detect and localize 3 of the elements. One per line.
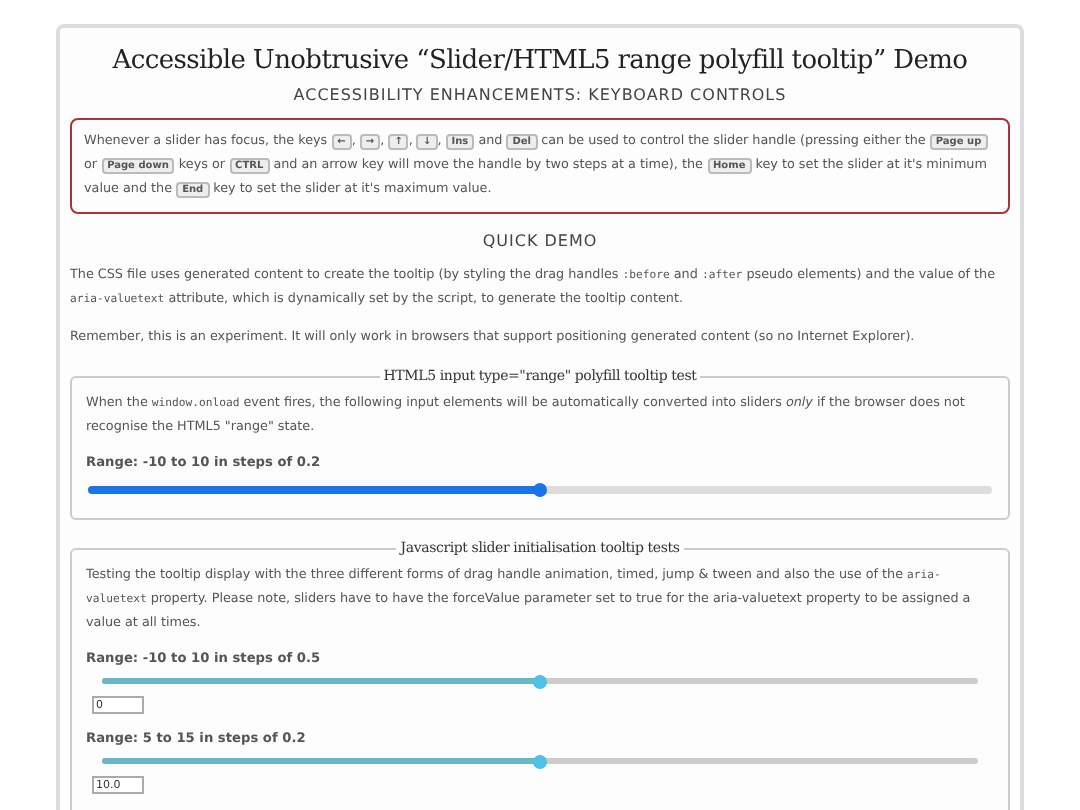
page-title: Accessible Unobtrusive “Slider/HTML5 range polyfill tooltip” Demo <box>110 46 970 76</box>
section-heading: ACCESSIBILITY ENHANCEMENTS: KEYBOARD CONTROLS <box>291 86 789 104</box>
section-heading: QUICK DEMO <box>480 232 600 250</box>
